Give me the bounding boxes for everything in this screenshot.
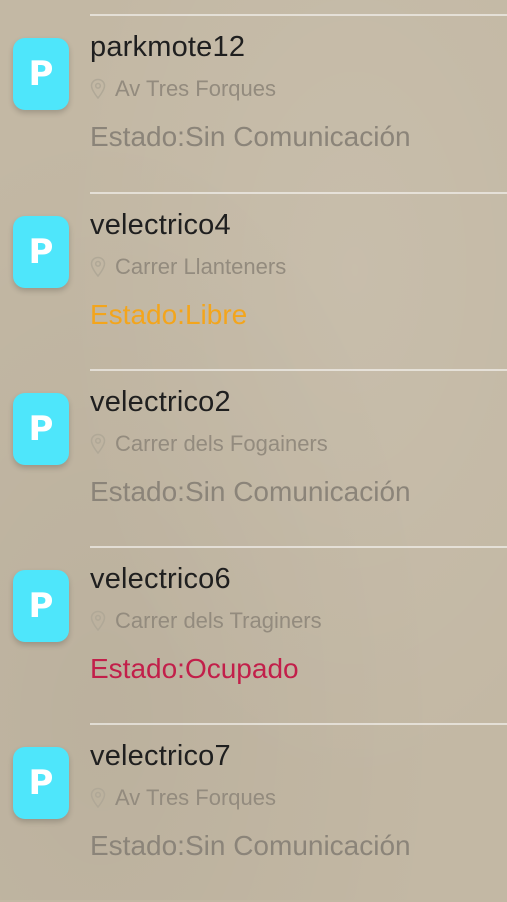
parking-icon-letter: P xyxy=(28,763,54,803)
list-item[interactable]: P velectrico2 Carrer dels Fogainers Esta… xyxy=(0,371,507,548)
station-name: velectrico2 xyxy=(90,386,231,418)
parking-icon-letter: P xyxy=(28,54,54,94)
station-address-text: Av Tres Forques xyxy=(115,785,276,810)
parking-icon: P xyxy=(13,216,69,288)
station-name: velectrico6 xyxy=(90,563,231,595)
parking-icon: P xyxy=(13,570,69,642)
station-status: Estado:Ocupado xyxy=(90,653,299,684)
location-pin-icon xyxy=(90,610,106,632)
station-name: velectrico4 xyxy=(90,209,231,241)
location-pin-icon xyxy=(90,787,106,809)
station-name: parkmote12 xyxy=(90,31,246,63)
station-address: Carrer dels Traginers xyxy=(90,608,322,634)
station-address-text: Carrer Llanteners xyxy=(115,254,287,279)
station-status: Estado:Sin Comunicación xyxy=(90,830,411,861)
parking-icon: P xyxy=(13,747,69,819)
parking-icon-letter: P xyxy=(28,232,54,272)
list-item[interactable]: P velectrico6 Carrer dels Traginers Esta… xyxy=(0,548,507,725)
parking-icon-letter: P xyxy=(28,586,54,626)
station-address: Carrer dels Fogainers xyxy=(90,431,328,457)
station-address: Av Tres Forques xyxy=(90,785,276,811)
list-item[interactable]: P velectrico4 Carrer Llanteners Estado:L… xyxy=(0,194,507,371)
station-address-text: Carrer dels Fogainers xyxy=(115,431,328,456)
location-pin-icon xyxy=(90,433,106,455)
station-status: Estado:Sin Comunicación xyxy=(90,121,411,152)
station-address: Carrer Llanteners xyxy=(90,254,286,280)
list-item[interactable]: P parkmote12 Av Tres Forques Estado:Sin … xyxy=(0,16,507,193)
station-address-text: Carrer dels Traginers xyxy=(115,608,322,633)
station-status: Estado:Libre xyxy=(90,299,248,330)
station-status: Estado:Sin Comunicación xyxy=(90,476,411,507)
location-pin-icon xyxy=(90,256,106,278)
station-name: velectrico7 xyxy=(90,740,231,772)
station-address: Av Tres Forques xyxy=(90,76,276,102)
list-item[interactable]: P velectrico7 Av Tres Forques Estado:Sin… xyxy=(0,725,507,902)
parking-icon-letter: P xyxy=(28,409,54,449)
location-pin-icon xyxy=(90,78,106,100)
parking-icon: P xyxy=(13,393,69,465)
station-address-text: Av Tres Forques xyxy=(115,76,276,101)
parking-icon: P xyxy=(13,38,69,110)
